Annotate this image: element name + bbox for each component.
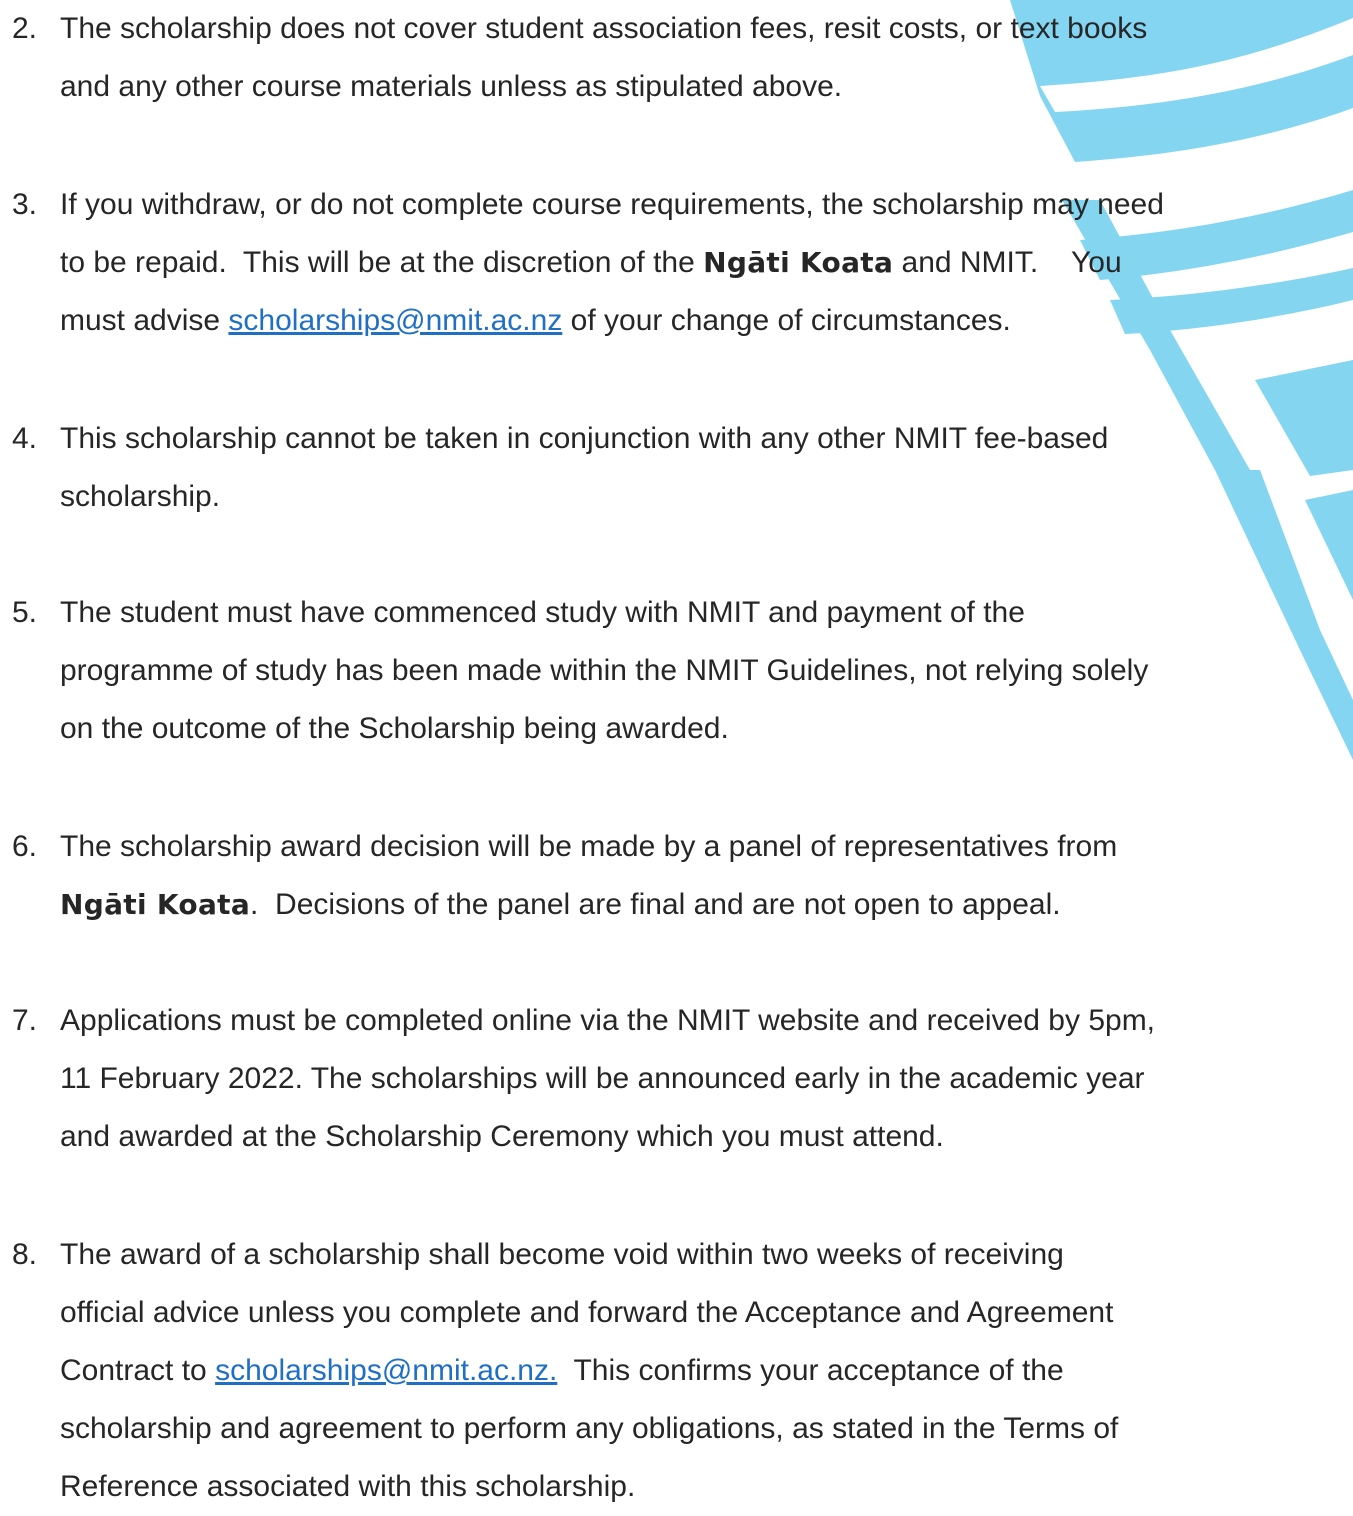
- text-line: Reference associated with this scholarsh…: [60, 1458, 1352, 1516]
- item-number: 2.: [12, 12, 38, 45]
- text-segment: and any other course materials unless as…: [60, 70, 843, 103]
- list-item: 7. Applications must be completed online…: [12, 992, 1352, 1166]
- text-line: scholarship.: [60, 468, 1352, 526]
- text-segment: scholarship and agreement to perform any…: [60, 1412, 1119, 1445]
- item-number: 8.: [12, 1238, 38, 1271]
- text-segment: to be repaid. This will be at the discre…: [60, 246, 704, 279]
- item-number: 6.: [12, 830, 38, 863]
- text-line: scholarship and agreement to perform any…: [60, 1400, 1352, 1458]
- text-segment: . Decisions of the panel are final and a…: [250, 888, 1061, 921]
- text-segment: Applications must be completed online vi…: [60, 1004, 1156, 1037]
- text-segment: Contract to: [60, 1354, 216, 1387]
- list-item: 2. The scholarship does not cover studen…: [12, 0, 1352, 116]
- item-number: 7.: [12, 1004, 38, 1037]
- text-line: This scholarship cannot be taken in conj…: [60, 410, 1352, 468]
- text-segment: This scholarship cannot be taken in conj…: [60, 422, 1109, 455]
- text-segment: programme of study has been made within …: [60, 654, 1149, 687]
- text-segment: If you withdraw, or do not complete cour…: [60, 188, 1164, 221]
- text-segment: The award of a scholarship shall become …: [60, 1238, 1064, 1271]
- item-text: This scholarship cannot be taken in conj…: [60, 410, 1352, 526]
- list-item: 5. The student must have commenced study…: [12, 584, 1352, 758]
- text-segment: The scholarship does not cover student a…: [60, 12, 1148, 45]
- text-segment: scholarship.: [60, 480, 221, 513]
- text-segment: Reference associated with this scholarsh…: [60, 1470, 636, 1503]
- text-line: The award of a scholarship shall become …: [60, 1226, 1352, 1284]
- email-link[interactable]: scholarships@nmit.ac.nz: [228, 304, 562, 337]
- text-line: The scholarship award decision will be m…: [60, 818, 1352, 876]
- item-text: The scholarship award decision will be m…: [60, 818, 1352, 934]
- item-text: The student must have commenced study wi…: [60, 584, 1352, 758]
- text-segment: The scholarship award decision will be m…: [60, 830, 1118, 863]
- text-line: programme of study has been made within …: [60, 642, 1352, 700]
- text-segment: on the outcome of the Scholarship being …: [60, 712, 729, 745]
- list-item: 3. If you withdraw, or do not complete c…: [12, 176, 1352, 350]
- item-text: Applications must be completed online vi…: [60, 992, 1352, 1166]
- text-line: 11 February 2022. The scholarships will …: [60, 1050, 1352, 1108]
- text-line: to be repaid. This will be at the discre…: [60, 234, 1352, 292]
- item-number: 4.: [12, 422, 38, 455]
- text-line: The scholarship does not cover student a…: [60, 0, 1352, 58]
- text-line: The student must have commenced study wi…: [60, 584, 1352, 642]
- text-segment: official advice unless you complete and …: [60, 1296, 1114, 1329]
- text-segment: This confirms your acceptance of the: [557, 1354, 1064, 1387]
- text-line: If you withdraw, or do not complete cour…: [60, 176, 1352, 234]
- item-text: If you withdraw, or do not complete cour…: [60, 176, 1352, 350]
- text-segment: 11 February 2022. The scholarships will …: [60, 1062, 1145, 1095]
- text-segment: and NMIT. You: [893, 246, 1122, 279]
- text-line: on the outcome of the Scholarship being …: [60, 700, 1352, 758]
- iwi-name: Ngāti Koata: [60, 888, 251, 921]
- item-number: 5.: [12, 596, 38, 629]
- text-line: official advice unless you complete and …: [60, 1284, 1352, 1342]
- text-line: must advise scholarships@nmit.ac.nz of y…: [60, 292, 1352, 350]
- text-segment: and awarded at the Scholarship Ceremony …: [60, 1120, 944, 1153]
- text-line: and any other course materials unless as…: [60, 58, 1352, 116]
- text-line: and awarded at the Scholarship Ceremony …: [60, 1108, 1352, 1166]
- text-line: Contract to scholarships@nmit.ac.nz. Thi…: [60, 1342, 1352, 1400]
- text-line: Applications must be completed online vi…: [60, 992, 1352, 1050]
- text-segment: The student must have commenced study wi…: [60, 596, 1025, 629]
- item-text: The award of a scholarship shall become …: [60, 1226, 1352, 1516]
- item-text: The scholarship does not cover student a…: [60, 0, 1352, 116]
- list-item: 4. This scholarship cannot be taken in c…: [12, 410, 1352, 526]
- text-segment: must advise: [60, 304, 229, 337]
- iwi-name: Ngāti Koata: [703, 246, 894, 279]
- email-link[interactable]: scholarships@nmit.ac.nz.: [215, 1354, 557, 1387]
- text-line: Ngāti Koata. Decisions of the panel are …: [60, 876, 1352, 934]
- text-segment: of your change of circumstances.: [562, 304, 1011, 337]
- list-item: 6. The scholarship award decision will b…: [12, 818, 1352, 934]
- item-number: 3.: [12, 188, 38, 221]
- list-item: 8. The award of a scholarship shall beco…: [12, 1226, 1352, 1516]
